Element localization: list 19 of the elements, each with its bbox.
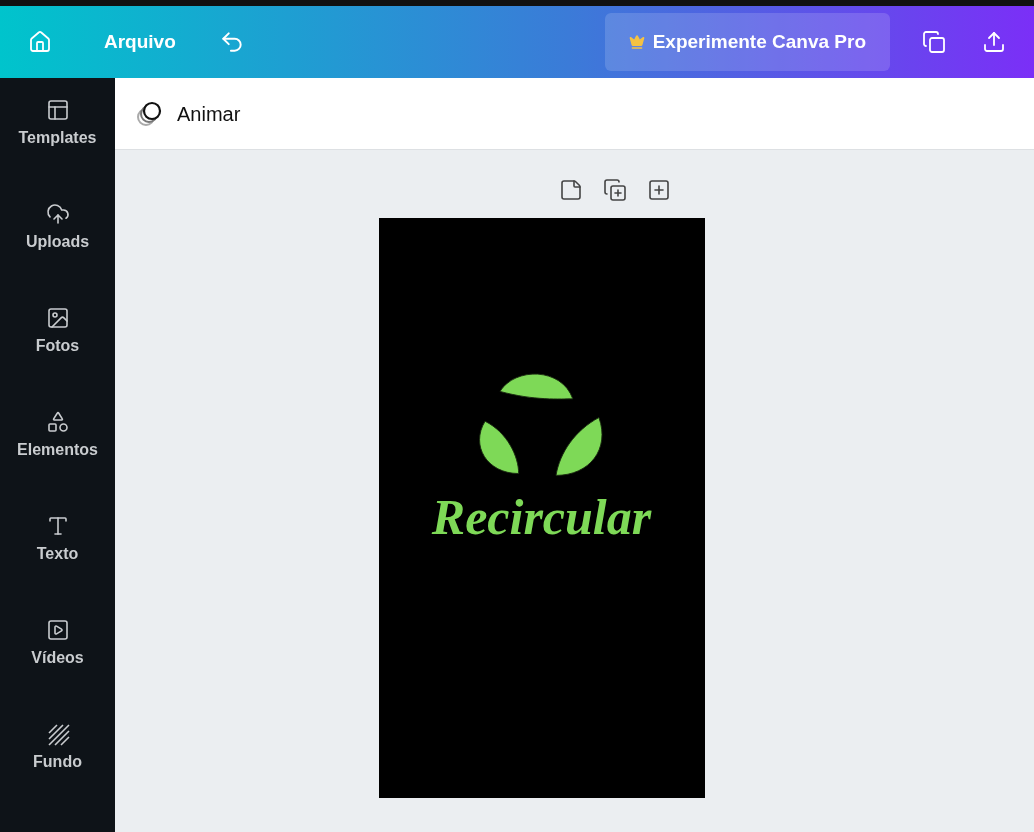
crown-icon xyxy=(628,34,645,50)
pro-button[interactable]: Experimente Canva Pro xyxy=(604,13,890,71)
sidebar-item[interactable]: Vídeos xyxy=(0,618,115,670)
shapes-icon xyxy=(45,410,70,434)
animate-button[interactable]: Animar xyxy=(135,98,241,129)
layout-icon xyxy=(45,98,70,122)
add-page-button[interactable] xyxy=(646,178,671,202)
sidebar-item[interactable]: Elementos xyxy=(0,410,115,462)
duplicate-button[interactable] xyxy=(602,178,627,202)
sidebar-item[interactable]: Fundo xyxy=(0,722,115,774)
sidebar-item[interactable]: Texto xyxy=(0,514,115,566)
play-icon xyxy=(45,618,70,642)
sidebar-item[interactable]: Uploads xyxy=(0,202,115,254)
image-icon xyxy=(45,306,70,330)
note-button[interactable] xyxy=(558,178,583,202)
sidebar-item[interactable]: Templates xyxy=(0,98,115,150)
cloud-upload-icon xyxy=(45,202,70,226)
sidebar-item[interactable]: Fotos xyxy=(0,306,115,358)
design-headline: Recircular xyxy=(431,492,652,542)
